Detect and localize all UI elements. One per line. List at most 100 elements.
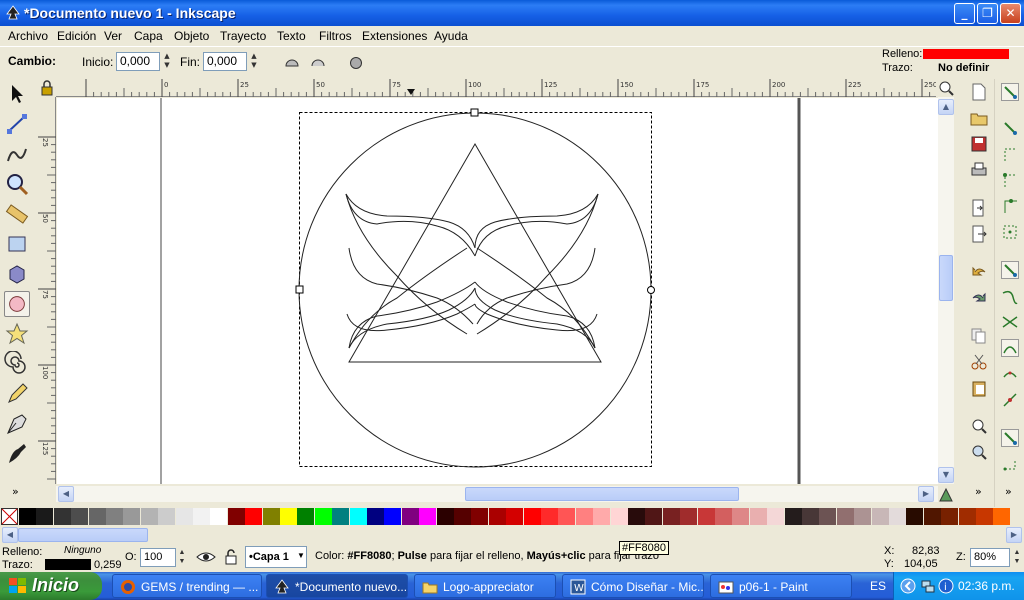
palette-swatch[interactable] bbox=[19, 508, 36, 525]
task-paint[interactable]: p06-1 - Paint bbox=[710, 574, 852, 598]
zoom-drawing-icon[interactable] bbox=[970, 443, 988, 461]
lock-icon[interactable] bbox=[223, 549, 239, 565]
start-angle-input[interactable]: 0,000 bbox=[116, 52, 160, 71]
vertical-scroll-thumb[interactable] bbox=[939, 255, 953, 301]
minimize-button[interactable]: _ bbox=[954, 3, 975, 24]
palette-swatch[interactable] bbox=[836, 508, 854, 525]
left-handle[interactable] bbox=[295, 285, 304, 294]
menu-texto[interactable]: Texto bbox=[277, 29, 306, 43]
palette-swatch[interactable] bbox=[732, 508, 750, 525]
commands-overflow-icon[interactable]: » bbox=[975, 485, 982, 498]
menu-objeto[interactable]: Objeto bbox=[174, 29, 209, 43]
open-arc-icon[interactable] bbox=[310, 55, 326, 71]
palette-swatch[interactable] bbox=[106, 508, 123, 525]
palette-swatch[interactable] bbox=[488, 508, 506, 525]
palette-swatch[interactable] bbox=[645, 508, 663, 525]
palette-swatch[interactable] bbox=[680, 508, 698, 525]
menu-filtros[interactable]: Filtros bbox=[319, 29, 352, 43]
palette-swatch[interactable] bbox=[628, 508, 645, 525]
start-button[interactable]: Inicio bbox=[0, 572, 102, 600]
snap-paths-icon[interactable] bbox=[1001, 287, 1019, 305]
snap-intersections-icon[interactable] bbox=[1001, 313, 1019, 331]
palette-swatch[interactable] bbox=[558, 508, 576, 525]
palette-swatch[interactable] bbox=[593, 508, 611, 525]
end-angle-input[interactable]: 0,000 bbox=[203, 52, 247, 71]
scroll-up-button[interactable]: ▲ bbox=[938, 99, 954, 115]
import-icon[interactable] bbox=[970, 199, 988, 217]
snap-bbox-centers-icon[interactable] bbox=[1001, 223, 1019, 241]
palette-swatch[interactable] bbox=[749, 508, 767, 525]
menu-archivo[interactable]: Archivo bbox=[8, 29, 48, 43]
snap-nodes-icon[interactable] bbox=[1001, 261, 1019, 279]
toolbox-overflow-icon[interactable]: » bbox=[12, 485, 19, 498]
clock[interactable]: 02:36 p.m. bbox=[958, 579, 1015, 593]
snap-overflow-icon[interactable]: » bbox=[1005, 485, 1012, 498]
palette-swatch[interactable] bbox=[158, 508, 176, 525]
no-paint-swatch-icon[interactable] bbox=[1, 508, 18, 525]
lock-guides-icon[interactable] bbox=[38, 79, 56, 97]
palette-swatch[interactable] bbox=[140, 508, 158, 525]
palette-swatch[interactable] bbox=[923, 508, 941, 525]
palette-swatch[interactable] bbox=[193, 508, 210, 525]
palette-swatch[interactable] bbox=[506, 508, 524, 525]
zoom-tool-icon[interactable] bbox=[4, 171, 30, 197]
right-handle[interactable] bbox=[647, 286, 655, 294]
palette-swatch[interactable] bbox=[245, 508, 263, 525]
print-icon[interactable] bbox=[970, 161, 988, 179]
eye-icon[interactable] bbox=[196, 549, 216, 565]
style-indicator[interactable]: Relleno: Trazo: No definir bbox=[880, 46, 1024, 78]
language-indicator[interactable]: ES bbox=[870, 579, 886, 593]
palette-swatch[interactable] bbox=[697, 508, 715, 525]
palette-swatch[interactable] bbox=[575, 508, 593, 525]
palette-swatch[interactable] bbox=[53, 508, 71, 525]
triangle-shape[interactable] bbox=[348, 143, 602, 363]
palette-swatch[interactable] bbox=[871, 508, 889, 525]
horizontal-scrollbar[interactable]: ◀ ▶ bbox=[56, 486, 938, 502]
network-icon[interactable] bbox=[920, 578, 936, 594]
palette-swatch[interactable] bbox=[401, 508, 419, 525]
3d-box-tool-icon[interactable] bbox=[4, 261, 30, 287]
palette-swatch[interactable] bbox=[976, 508, 993, 525]
task-inkscape[interactable]: *Documento nuevo... bbox=[266, 574, 408, 598]
color-manage-icon[interactable] bbox=[938, 487, 954, 503]
menu-trayecto[interactable]: Trayecto bbox=[220, 29, 266, 43]
zoom-input[interactable]: 80% bbox=[970, 548, 1010, 567]
palette-swatch[interactable] bbox=[958, 508, 976, 525]
closed-arc-icon[interactable] bbox=[284, 55, 300, 71]
status-stroke-swatch[interactable] bbox=[45, 559, 91, 570]
palette-swatch[interactable] bbox=[71, 508, 89, 525]
snap-smooth-nodes-icon[interactable] bbox=[1001, 365, 1019, 383]
close-button[interactable]: ✕ bbox=[1000, 3, 1021, 24]
save-icon[interactable] bbox=[970, 135, 988, 153]
copy-icon[interactable] bbox=[970, 327, 988, 345]
scroll-left-button[interactable]: ◀ bbox=[58, 486, 74, 502]
snap-midpoints-icon[interactable] bbox=[1001, 391, 1019, 409]
whole-ellipse-icon[interactable] bbox=[348, 55, 364, 71]
measure-tool-icon[interactable] bbox=[4, 201, 30, 227]
palette-swatch[interactable] bbox=[715, 508, 732, 525]
menu-edicion[interactable]: Edición bbox=[57, 29, 96, 43]
fill-swatch[interactable] bbox=[923, 49, 1009, 59]
vertical-scrollbar[interactable]: ▲ ▼ bbox=[938, 97, 954, 484]
palette-swatch[interactable] bbox=[454, 508, 471, 525]
palette-swatch[interactable] bbox=[471, 508, 489, 525]
opacity-input[interactable]: 100 bbox=[140, 548, 176, 567]
selector-tool-icon[interactable] bbox=[4, 81, 30, 107]
pen-tool-icon[interactable] bbox=[4, 411, 30, 437]
star-tool-icon[interactable] bbox=[4, 321, 30, 347]
palette-swatch[interactable] bbox=[314, 508, 332, 525]
snap-bbox-icon[interactable] bbox=[1001, 119, 1019, 137]
scroll-right-button[interactable]: ▶ bbox=[918, 486, 934, 502]
status-fill-value[interactable]: Ninguno bbox=[64, 545, 101, 556]
palette-swatch[interactable] bbox=[819, 508, 837, 525]
tweak-tool-icon[interactable] bbox=[4, 141, 30, 167]
snap-grid-icon[interactable] bbox=[1001, 455, 1019, 473]
palette-swatch[interactable] bbox=[767, 508, 785, 525]
palette-scrollbar[interactable]: ◀ ▶ bbox=[0, 527, 1024, 543]
open-icon[interactable] bbox=[970, 109, 988, 127]
snap-bbox-midpoints-icon[interactable] bbox=[1001, 197, 1019, 215]
menu-capa[interactable]: Capa bbox=[134, 29, 163, 43]
menu-extensiones[interactable]: Extensiones bbox=[362, 29, 427, 43]
end-angle-stepper[interactable]: ▲ ▼ bbox=[249, 52, 259, 71]
export-icon[interactable] bbox=[970, 225, 988, 243]
